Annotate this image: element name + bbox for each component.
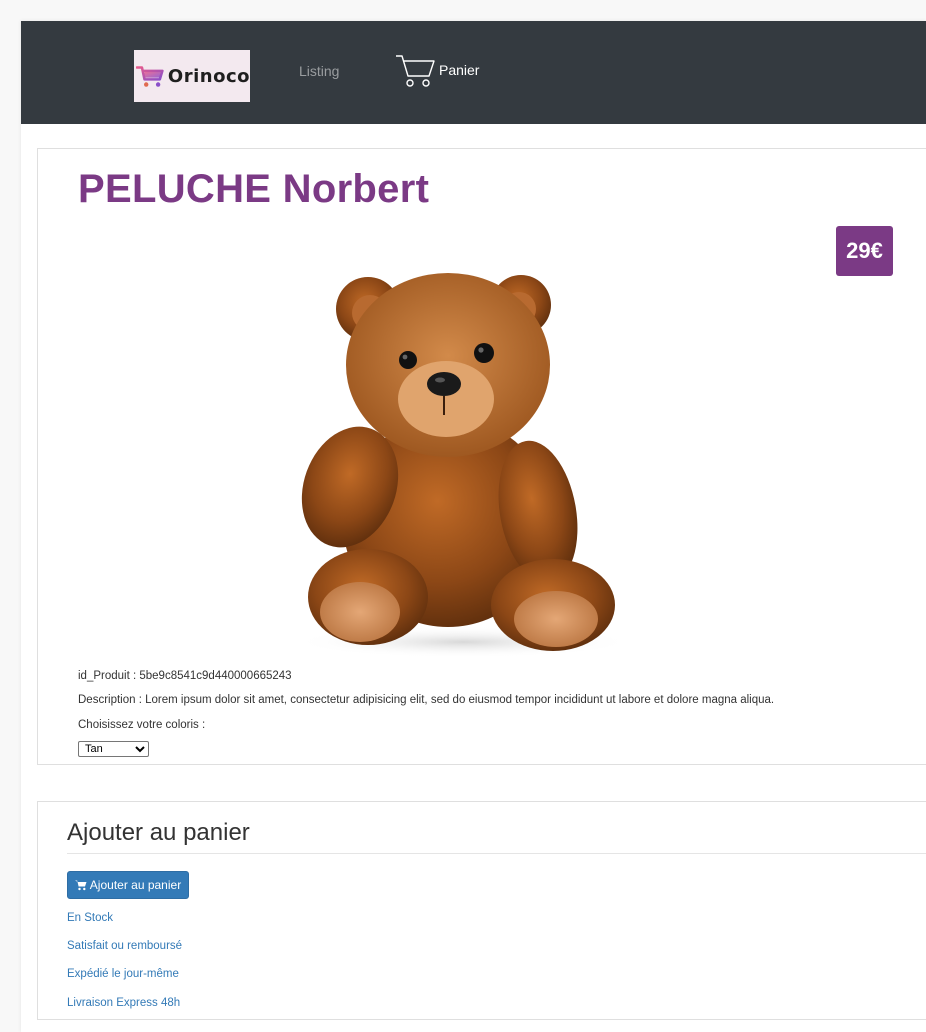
cart-label: Panier bbox=[439, 62, 480, 78]
shopping-cart-logo-icon bbox=[136, 66, 164, 87]
price-badge: 29€ bbox=[836, 226, 893, 276]
nav-link-listing[interactable]: Listing bbox=[299, 63, 339, 79]
teddy-bear-image bbox=[293, 273, 633, 657]
info-link-express[interactable]: Livraison Express 48h bbox=[67, 997, 180, 1009]
add-to-cart-card: Ajouter au panier Ajouter au panier En S… bbox=[37, 801, 926, 1020]
cart-icon bbox=[396, 55, 435, 87]
product-description: Description : Lorem ipsum dolor sit amet… bbox=[78, 694, 775, 706]
product-card: PELUCHE Norbert 29€ id_Produit: 5be9c85… bbox=[37, 148, 926, 765]
nav-link-cart[interactable]: Panier bbox=[395, 52, 479, 90]
navbar: Orinoco Listing Panier bbox=[21, 21, 926, 124]
shopping-cart-icon bbox=[74, 880, 87, 890]
add-to-cart-button[interactable]: Ajouter au panier bbox=[67, 871, 189, 899]
info-link-stock[interactable]: En Stock bbox=[67, 912, 113, 924]
logo[interactable]: Orinoco bbox=[134, 50, 250, 102]
logo-text: Orinoco bbox=[167, 65, 250, 87]
add-to-cart-label: Ajouter au panier bbox=[89, 878, 182, 892]
color-label: Choisissez votre coloris : bbox=[78, 719, 206, 731]
color-select[interactable]: Tan bbox=[78, 741, 149, 757]
divider bbox=[67, 853, 926, 854]
product-title: PELUCHE Norbert bbox=[78, 167, 430, 211]
info-link-satisfaction[interactable]: Satisfait ou remboursé bbox=[67, 940, 182, 952]
add-to-cart-heading: Ajouter au panier bbox=[67, 819, 250, 846]
page: Orinoco Listing Panier PELUCHE Norbert 2… bbox=[21, 21, 926, 1032]
info-link-same-day[interactable]: Expédié le jour-même bbox=[67, 968, 179, 980]
product-id: id_Produit : 5be9c8541c9d440000665243 bbox=[78, 670, 292, 682]
